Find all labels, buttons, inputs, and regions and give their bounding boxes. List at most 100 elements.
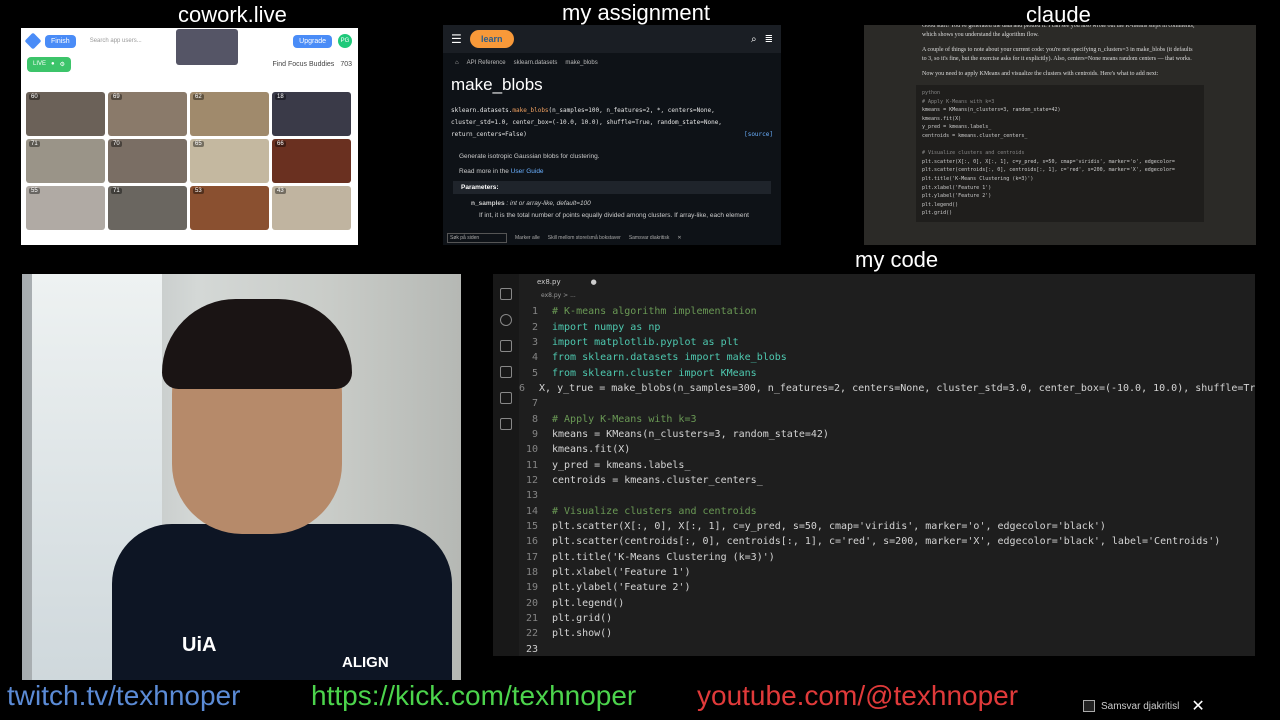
run-debug-icon[interactable] <box>500 366 512 378</box>
code-line[interactable]: 8 # Apply K-Means with k=3 <box>519 411 1255 426</box>
sig-prefix: sklearn.datasets. <box>451 107 513 114</box>
participant-tile[interactable]: 71 <box>26 139 105 183</box>
claude-code-block: python # Apply K-Means with k=3 kmeans = K… <box>916 85 1204 222</box>
param-entry: n_samples : int or array-like, default=1… <box>443 196 781 211</box>
code-line: plt.title('K-Means Clustering (k=3)') <box>922 175 1034 182</box>
code-line[interactable]: 20 plt.legend() <box>519 596 1255 611</box>
code-line[interactable]: 12 centroids = kmeans.cluster_centers_ <box>519 473 1255 488</box>
participant-tile[interactable]: 62 <box>190 92 269 136</box>
breadcrumb-item[interactable]: sklearn.datasets <box>514 60 558 66</box>
code-line[interactable]: 2 import numpy as np <box>519 319 1255 334</box>
read-more: Read more in the User Guide <box>443 164 781 179</box>
close-icon[interactable]: ✕ <box>1191 696 1204 716</box>
toc-icon[interactable]: ≣ <box>765 34 773 45</box>
line-number: 9 <box>531 428 538 440</box>
participant-tile[interactable]: 53 <box>190 186 269 230</box>
extensions-icon[interactable] <box>500 392 512 404</box>
code-line[interactable]: 6 X, y_true = make_blobs(n_samples=300, n… <box>519 381 1255 396</box>
participant-tile[interactable]: 70 <box>108 139 187 183</box>
tile-count: 18 <box>275 94 286 100</box>
code-line[interactable]: 22 plt.show() <box>519 626 1255 641</box>
search-icon[interactable]: ⌕ <box>751 34 757 45</box>
line-number: 2 <box>531 321 538 333</box>
participant-tile[interactable]: 55 <box>26 186 105 230</box>
upgrade-button[interactable]: Upgrade <box>293 34 332 48</box>
tile-count: 55 <box>29 188 40 194</box>
breadcrumb-item[interactable]: API Reference <box>467 60 506 66</box>
tab-ex8[interactable]: ex8.py ● <box>519 274 607 290</box>
participant-tile[interactable]: 65 <box>190 139 269 183</box>
line-number: 17 <box>525 551 538 563</box>
find-buddies-link[interactable]: Find Focus Buddies <box>272 61 334 68</box>
line-number: 21 <box>525 613 538 625</box>
code-line[interactable]: 23 <box>519 642 1255 656</box>
tile-count: 71 <box>29 141 40 147</box>
line-text: # Apply K-Means with k=3 <box>552 413 697 425</box>
find-opt[interactable]: Samsvar diakritisk <box>629 235 670 241</box>
sklearn-logo[interactable]: learn <box>469 30 514 48</box>
code-line[interactable]: 19 plt.ylabel('Feature 2') <box>519 580 1255 595</box>
user-guide-link[interactable]: User Guide <box>511 168 544 175</box>
participant-tile[interactable]: 43 <box>272 186 351 230</box>
testing-icon[interactable] <box>500 418 512 430</box>
source-link[interactable]: [source] <box>744 129 773 141</box>
claude-para: A couple of things to note about your cu… <box>922 47 1193 62</box>
participant-tile[interactable]: 69 <box>108 92 187 136</box>
line-text: kmeans.fit(X) <box>552 444 631 456</box>
find-opt[interactable]: Marker alle <box>515 235 540 241</box>
live-toggle[interactable]: LIVE ● ⚙ <box>27 56 72 72</box>
code-line: # Visualize clusters and centroids <box>922 150 1025 157</box>
line-number: 19 <box>525 582 538 594</box>
line-text: plt.title('K-Means Clustering (k=3)') <box>552 551 775 563</box>
code-line[interactable]: 18 plt.xlabel('Feature 1') <box>519 565 1255 580</box>
code-line[interactable]: 4 from sklearn.datasets import make_blobs <box>519 350 1255 365</box>
participant-tile[interactable]: 71 <box>108 186 187 230</box>
code-line[interactable]: 13 <box>519 488 1255 503</box>
code-line[interactable]: 16 plt.scatter(centroids[:, 0], centroids… <box>519 534 1255 549</box>
code-line[interactable]: 9 kmeans = KMeans(n_clusters=3, random_st… <box>519 427 1255 442</box>
page-title: make_blobs <box>451 75 543 94</box>
unsaved-dot-icon[interactable]: ● <box>591 278 597 286</box>
code-area[interactable]: 1 # K-means algorithm implementation 2 impo… <box>519 304 1255 656</box>
editor-breadcrumb[interactable]: ex8.py > ... <box>541 292 576 299</box>
code-line[interactable]: 11 y_pred = kmeans.labels_ <box>519 457 1255 472</box>
participant-tile[interactable]: 60 <box>26 92 105 136</box>
code-line[interactable]: 17 plt.title('K-Means Clustering (k=3)') <box>519 550 1255 565</box>
home-icon[interactable]: ⌂ <box>455 60 459 66</box>
line-number: 22 <box>525 628 538 640</box>
code-line[interactable]: 15 plt.scatter(X[:, 0], X[:, 1], c=y_pred… <box>519 519 1255 534</box>
search-icon[interactable] <box>500 314 512 326</box>
cowork-logo-icon <box>24 32 42 50</box>
menu-icon[interactable]: ☰ <box>451 32 462 46</box>
line-number: 3 <box>531 336 538 348</box>
avatar[interactable]: PG <box>338 34 352 48</box>
code-line[interactable]: 14 # Visualize clusters and centroids <box>519 503 1255 518</box>
code-line[interactable]: 7 <box>519 396 1255 411</box>
code-line[interactable]: 3 import matplotlib.pyplot as plt <box>519 335 1255 350</box>
code-line[interactable]: 1 # K-means algorithm implementation <box>519 304 1255 319</box>
code-line: centroids = kmeans.cluster_centers_ <box>922 132 1028 139</box>
checkbox[interactable] <box>1083 700 1095 712</box>
participant-tile[interactable]: 18 <box>272 92 351 136</box>
cowork-panel: Finish Search app users... Upgrade PG LI… <box>21 28 358 245</box>
tile-count: 66 <box>275 141 286 147</box>
finish-button[interactable]: Finish <box>45 34 76 48</box>
find-opt[interactable]: Skill mellom store/små bokstaver <box>548 235 621 241</box>
line-number: 18 <box>525 567 538 579</box>
code-line[interactable]: 10 kmeans.fit(X) <box>519 442 1255 457</box>
search-input[interactable]: Search app users... <box>90 38 160 44</box>
code-line[interactable]: 5 from sklearn.cluster import KMeans <box>519 365 1255 380</box>
explorer-icon[interactable] <box>500 288 512 300</box>
label-cowork: cowork.live <box>178 2 287 27</box>
activity-bar <box>493 274 519 656</box>
shirt-logo-right: ALIGN <box>342 654 389 671</box>
line-number: 10 <box>525 444 538 456</box>
participant-grid: 60 69 62 18 71 70 65 66 55 71 53 43 <box>26 92 353 230</box>
code-line: plt.scatter(centroids[:, 0], centroids[:… <box>922 167 1175 174</box>
close-icon[interactable]: ✕ <box>677 235 681 241</box>
code-line[interactable]: 21 plt.grid() <box>519 611 1255 626</box>
find-input[interactable]: Søk på siden <box>447 233 507 243</box>
participant-tile[interactable]: 66 <box>272 139 351 183</box>
source-control-icon[interactable] <box>500 340 512 352</box>
